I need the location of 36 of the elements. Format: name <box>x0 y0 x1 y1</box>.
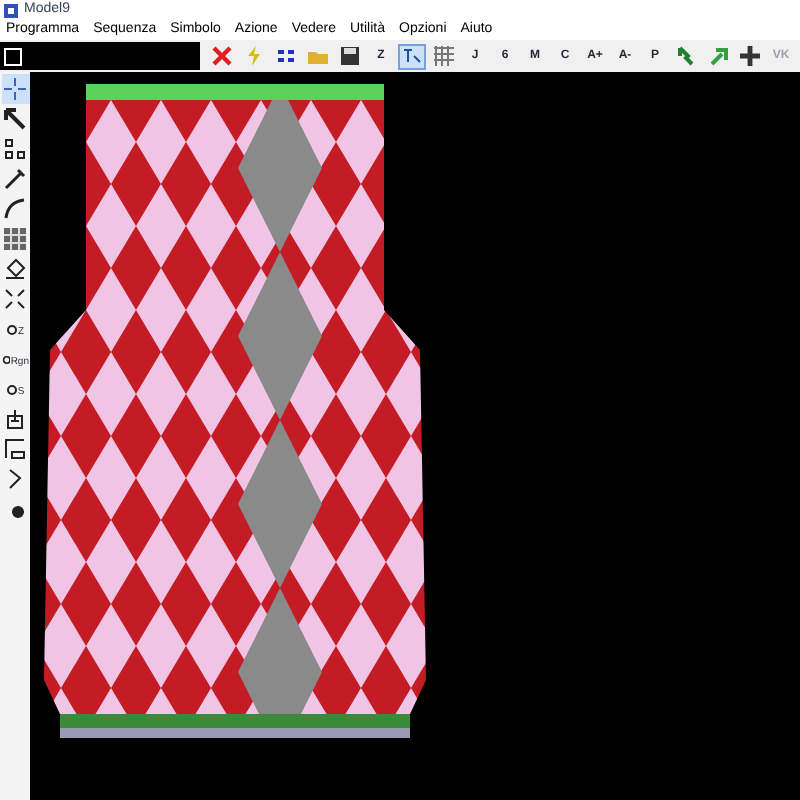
color-swatch <box>4 47 22 65</box>
curve-icon <box>4 198 26 220</box>
circle-icon <box>5 383 18 395</box>
circle-icon <box>1 353 11 365</box>
toolbar-icon-button[interactable] <box>336 43 364 69</box>
grid-icon <box>4 228 26 250</box>
tool-button[interactable] <box>1 284 29 314</box>
nodes-icon <box>4 138 26 160</box>
arrow-icon <box>4 108 26 130</box>
corner-icon <box>4 438 26 460</box>
close-icon <box>212 46 232 66</box>
lightning-icon <box>244 46 264 66</box>
tool-button[interactable] <box>1 404 29 434</box>
arrow-icon <box>708 46 728 66</box>
tool-button[interactable] <box>1 434 29 464</box>
save-icon <box>340 46 360 66</box>
pattern-icon <box>402 46 422 66</box>
box-icon <box>4 408 26 430</box>
plus-icon <box>740 46 760 66</box>
shrink-icon <box>4 288 26 310</box>
arrow-icon <box>676 46 696 66</box>
toolbar-icon-button[interactable] <box>736 43 764 69</box>
pen-icon <box>4 168 26 190</box>
folder-icon <box>308 46 328 66</box>
symbol-field[interactable] <box>0 42 200 70</box>
zigzag-icon <box>4 468 26 490</box>
tool-button[interactable] <box>1 104 29 134</box>
dots-icon <box>276 46 296 66</box>
toolbar-icon-button[interactable] <box>398 43 426 69</box>
circle-icon <box>5 323 18 335</box>
tool-button[interactable] <box>1 254 29 284</box>
tool-button[interactable] <box>1 134 29 164</box>
grid-icon <box>434 46 454 66</box>
tool-button[interactable] <box>1 194 29 224</box>
crosshair-icon <box>4 78 26 100</box>
tool-button[interactable] <box>1 164 29 194</box>
